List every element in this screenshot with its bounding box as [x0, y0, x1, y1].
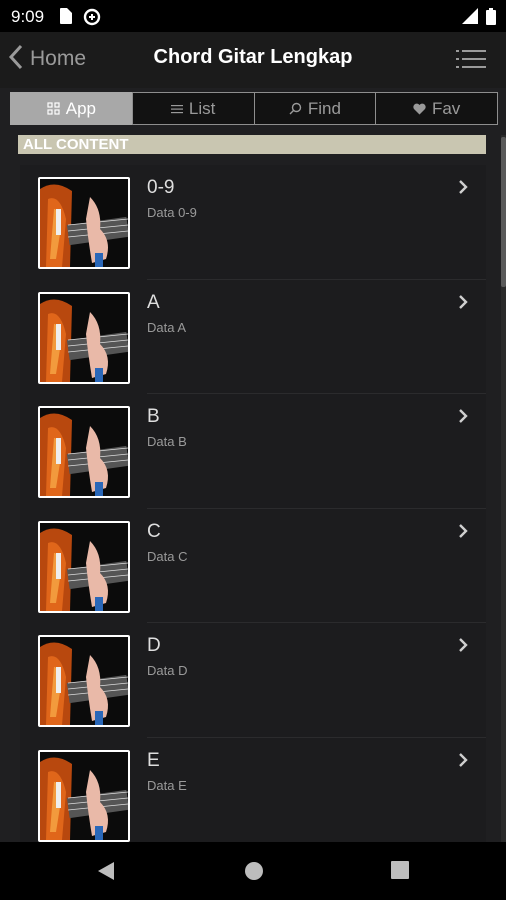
tab-find-label: Find	[307, 98, 341, 118]
list-icon	[170, 104, 183, 114]
nav-header: Home Chord Gitar Lengkap	[0, 32, 506, 88]
sim-card-icon	[58, 8, 72, 29]
home-nav-button[interactable]	[244, 861, 264, 886]
tab-fav-label: Fav	[431, 98, 461, 118]
chevron-right-icon	[458, 294, 468, 315]
grid-icon	[47, 102, 60, 115]
item-title: D	[147, 635, 161, 656]
back-nav-button[interactable]	[97, 861, 115, 886]
tab-app-label: App	[65, 98, 96, 118]
list-menu-icon	[456, 50, 486, 76]
status-bar: 9:09	[0, 0, 506, 32]
chevron-right-icon	[458, 179, 468, 200]
tab-app[interactable]: App	[10, 92, 133, 125]
tab-list-label: List	[188, 98, 216, 118]
data-saver-icon	[83, 8, 101, 31]
tab-bar: App List Find Fav	[10, 92, 498, 127]
page-title: Chord Gitar Lengkap	[153, 46, 353, 68]
list-item[interactable]: E Data E	[20, 737, 486, 852]
square-recents-icon	[391, 861, 409, 883]
menu-button[interactable]	[456, 46, 486, 72]
chevron-right-icon	[458, 752, 468, 773]
status-time: 9:09	[11, 7, 45, 26]
chevron-right-icon	[458, 637, 468, 658]
triangle-back-icon	[97, 862, 115, 885]
search-icon	[289, 102, 302, 115]
item-title: 0-9	[147, 177, 175, 198]
thumbnail-image	[38, 749, 130, 842]
tab-fav[interactable]: Fav	[375, 92, 498, 125]
signal-icon	[462, 8, 478, 29]
system-nav-bar	[0, 842, 506, 900]
list-item[interactable]: B Data B	[20, 394, 486, 509]
list-item[interactable]: A Data A	[20, 279, 486, 394]
item-subtitle: Data A	[147, 319, 187, 335]
item-subtitle: Data C	[147, 548, 188, 564]
battery-icon	[486, 8, 496, 30]
tab-list[interactable]: List	[131, 92, 255, 125]
item-title: E	[147, 749, 160, 771]
item-subtitle: Data 0-9	[147, 205, 197, 220]
recents-nav-button[interactable]	[391, 861, 409, 884]
item-subtitle: Data B	[147, 434, 187, 449]
scrollbar-thumb[interactable]	[501, 137, 506, 287]
section-header: ALL CONTENT	[18, 135, 486, 154]
chevron-right-icon	[458, 523, 468, 544]
tab-find[interactable]: Find	[253, 92, 377, 125]
item-title: A	[147, 291, 160, 313]
item-subtitle: Data D	[147, 663, 188, 678]
thumbnail-image	[38, 406, 130, 498]
list-item[interactable]: 0-9 Data 0-9	[20, 165, 486, 280]
thumbnail-image	[38, 291, 130, 384]
content-list: 0-9 Data 0-9 A Data A B Data B C Data C …	[20, 165, 486, 852]
item-title: B	[147, 406, 160, 427]
thumbnail-image	[38, 177, 130, 269]
thumbnail-image	[38, 635, 130, 727]
circle-home-icon	[244, 862, 264, 885]
thumbnail-image	[38, 520, 130, 613]
item-subtitle: Data E	[147, 777, 187, 793]
item-title: C	[147, 520, 161, 542]
heart-icon	[413, 103, 426, 115]
list-item[interactable]: C Data C	[20, 508, 486, 623]
list-item[interactable]: D Data D	[20, 623, 486, 738]
chevron-right-icon	[458, 408, 468, 429]
